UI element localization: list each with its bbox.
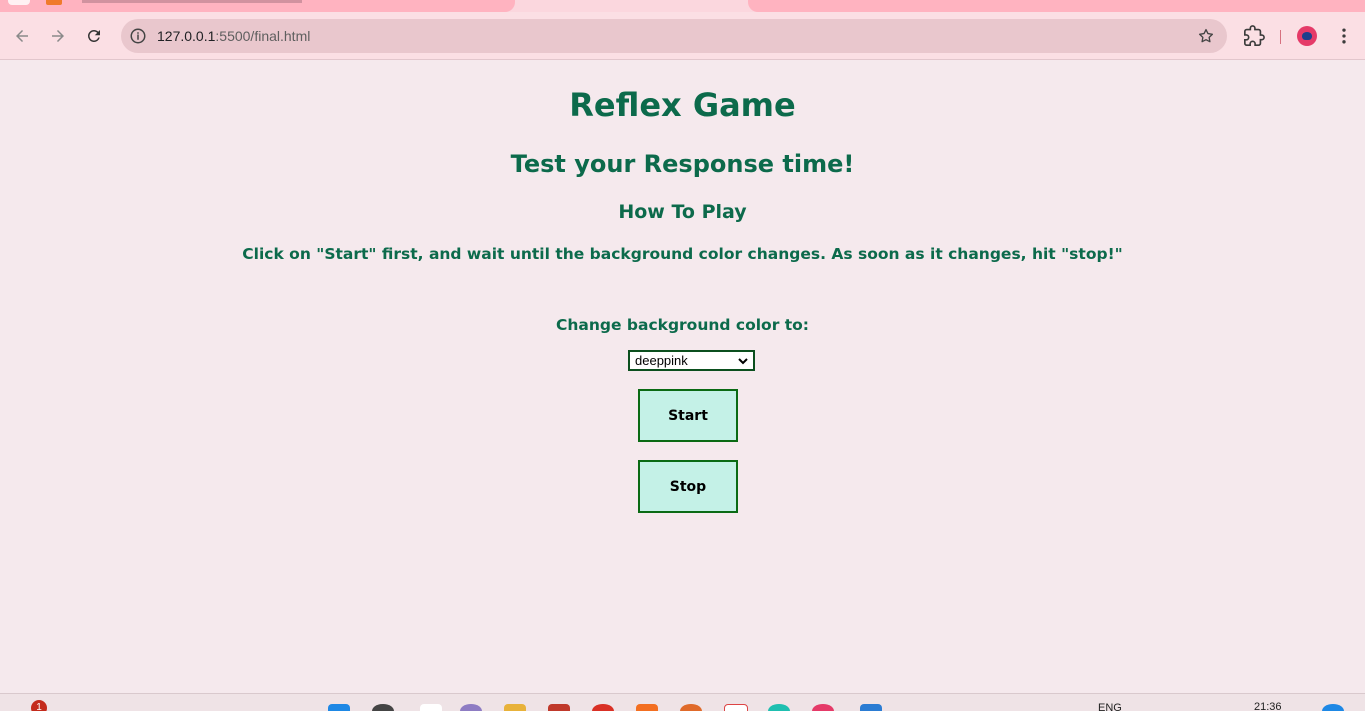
page-title: Reflex Game: [569, 86, 796, 124]
tab-inactive[interactable]: [748, 0, 1365, 12]
browser-toolbar: 127.0.0.1:5500/final.html: [0, 12, 1365, 60]
forward-button[interactable]: [45, 23, 71, 49]
address-bar[interactable]: 127.0.0.1:5500/final.html: [121, 19, 1227, 53]
tab-strip: [0, 0, 1365, 12]
site-info-icon[interactable]: [129, 27, 147, 45]
color-select-label: Change background color to:: [555, 316, 809, 334]
start-button[interactable]: Start: [638, 389, 738, 442]
instructions-text: Click on "Start" first, and wait until t…: [242, 245, 1123, 263]
toolbar-divider: [1280, 30, 1281, 44]
back-button[interactable]: [9, 23, 35, 49]
profile-avatar[interactable]: [1297, 26, 1317, 46]
avatar-icon: [1302, 32, 1312, 40]
chevron-down-icon: [738, 358, 748, 365]
extensions-icon[interactable]: [1243, 25, 1265, 47]
reload-icon: [87, 29, 100, 42]
url-text[interactable]: 127.0.0.1:5500/final.html: [157, 27, 310, 45]
color-select-value: deeppink: [635, 353, 688, 368]
kebab-menu-icon[interactable]: [1334, 26, 1354, 46]
tab-active[interactable]: [0, 0, 515, 12]
taskbar: 1 ENG 21:36: [0, 693, 1365, 711]
color-select[interactable]: deeppink: [628, 350, 755, 371]
notification-badge[interactable]: 1: [31, 700, 47, 711]
tab-favicon-secondary: [46, 0, 62, 5]
reload-button[interactable]: [81, 23, 107, 49]
how-to-play-heading: How To Play: [618, 201, 747, 223]
tab-favicon: [8, 0, 30, 5]
bookmark-star-icon[interactable]: [1197, 27, 1215, 45]
arrow-right-icon: [52, 30, 64, 42]
page-content: Reflex Game Test your Response time! How…: [0, 60, 1365, 693]
url-host: 127.0.0.1: [157, 28, 216, 44]
url-path: :5500/final.html: [215, 28, 311, 44]
tab-title: [82, 0, 302, 3]
stop-button[interactable]: Stop: [638, 460, 738, 513]
arrow-left-icon: [16, 30, 28, 42]
page-subtitle: Test your Response time!: [510, 150, 855, 178]
